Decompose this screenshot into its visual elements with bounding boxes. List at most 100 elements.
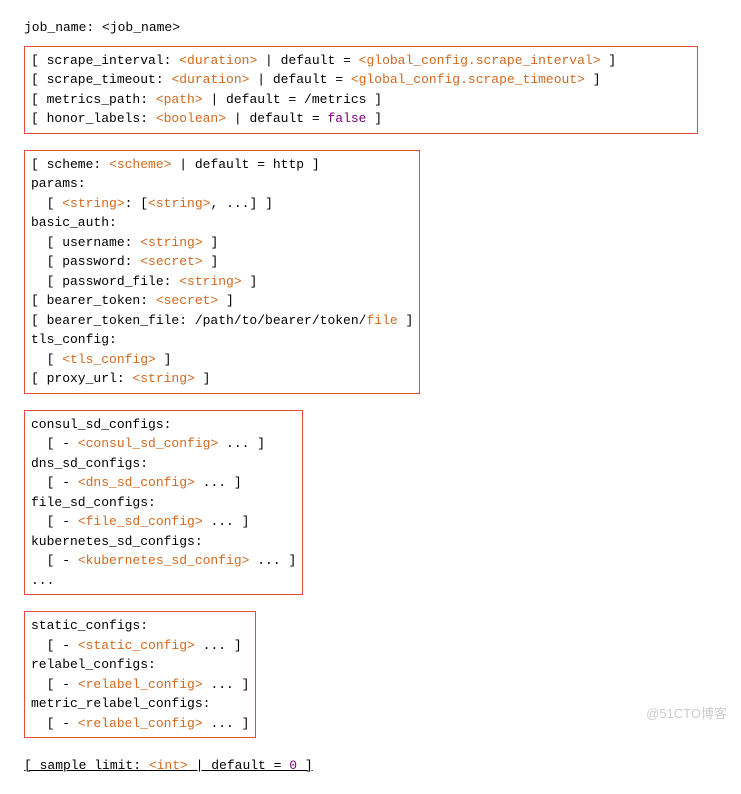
txt: ... ]: [195, 475, 242, 490]
txt: ... ]: [203, 677, 250, 692]
scrape-timeout-line: [ scrape_timeout: <duration> | default =…: [31, 70, 691, 90]
txt: [ metrics_path:: [31, 92, 156, 107]
txt: [ password:: [31, 254, 140, 269]
txt: ... ]: [195, 638, 242, 653]
txt: ]: [585, 72, 601, 87]
txt: [ -: [31, 475, 78, 490]
placeholder: <kubernetes_sd_config>: [78, 553, 250, 568]
txt: ]: [297, 758, 313, 773]
keyword-zero: 0: [289, 758, 297, 773]
placeholder: <dns_sd_config>: [78, 475, 195, 490]
txt: | default =: [188, 758, 289, 773]
txt: [ password_file:: [31, 274, 179, 289]
placeholder: <tls_config>: [62, 352, 156, 367]
txt: ... ]: [218, 436, 265, 451]
file-sd-entry-line: [ - <file_sd_config> ... ]: [31, 512, 296, 532]
sample-limit-line: [ sample_limit: <int> | default = 0 ]: [24, 756, 717, 776]
txt: | default = http ]: [171, 157, 319, 172]
placeholder: <path>: [156, 92, 203, 107]
txt: ]: [195, 371, 211, 386]
password-line: [ password: <secret> ]: [31, 252, 413, 272]
placeholder: <string>: [179, 274, 241, 289]
txt: [ scheme:: [31, 157, 109, 172]
placeholder: <relabel_config>: [78, 677, 203, 692]
placeholder: <static_config>: [78, 638, 195, 653]
job-name-line: job_name: <job_name>: [24, 18, 717, 38]
metric-relabel-line: metric_relabel_configs:: [31, 694, 249, 714]
txt: | default =: [257, 53, 358, 68]
placeholder: <global_config.scrape_timeout>: [351, 72, 585, 87]
txt: [ sample_limit:: [24, 758, 149, 773]
txt: [ -: [31, 677, 78, 692]
txt: ]: [203, 254, 219, 269]
txt: | default =: [226, 111, 327, 126]
proxy-url-line: [ proxy_url: <string> ]: [31, 369, 413, 389]
relabel-configs-box: static_configs: [ - <static_config> ... …: [24, 611, 256, 738]
txt: , ...] ]: [210, 196, 272, 211]
placeholder: <scheme>: [109, 157, 171, 172]
txt: ]: [218, 293, 234, 308]
txt: ]: [242, 274, 258, 289]
static-configs-line: static_configs:: [31, 616, 249, 636]
placeholder: <file_sd_config>: [78, 514, 203, 529]
txt: | default = /metrics ]: [203, 92, 382, 107]
watermark: @51CTO博客: [646, 704, 727, 724]
txt: [: [31, 196, 62, 211]
scrape-settings-box: [ scrape_interval: <duration> | default …: [24, 46, 698, 134]
txt: [ -: [31, 436, 78, 451]
placeholder: <secret>: [156, 293, 218, 308]
placeholder: <duration>: [171, 72, 249, 87]
params-entry-line: [ <string>: [<string>, ...] ]: [31, 194, 413, 214]
txt: : [: [125, 196, 148, 211]
placeholder: <consul_sd_config>: [78, 436, 218, 451]
kubernetes-sd-line: kubernetes_sd_configs:: [31, 532, 296, 552]
txt: [ bearer_token_file: /path/to/bearer/tok…: [31, 313, 366, 328]
txt: ... ]: [203, 514, 250, 529]
txt: ... ]: [203, 716, 250, 731]
placeholder: <duration>: [179, 53, 257, 68]
txt: [ scrape_timeout:: [31, 72, 171, 87]
consul-sd-entry-line: [ - <consul_sd_config> ... ]: [31, 434, 296, 454]
txt: [ -: [31, 638, 78, 653]
basic-auth-line: basic_auth:: [31, 213, 413, 233]
consul-sd-line: consul_sd_configs:: [31, 415, 296, 435]
txt: ]: [601, 53, 617, 68]
txt: ]: [203, 235, 219, 250]
keyword-false: false: [327, 111, 366, 126]
keyword-file: file: [366, 313, 397, 328]
placeholder: <string>: [132, 371, 194, 386]
txt: [ proxy_url:: [31, 371, 132, 386]
dns-sd-entry-line: [ - <dns_sd_config> ... ]: [31, 473, 296, 493]
txt: | default =: [249, 72, 350, 87]
txt: [ username:: [31, 235, 140, 250]
sd-configs-box: consul_sd_configs: [ - <consul_sd_config…: [24, 410, 303, 596]
tls-config-line: tls_config:: [31, 330, 413, 350]
txt: ]: [366, 111, 382, 126]
dns-sd-line: dns_sd_configs:: [31, 454, 296, 474]
metrics-path-line: [ metrics_path: <path> | default = /metr…: [31, 90, 691, 110]
txt: ... ]: [249, 553, 296, 568]
txt: ]: [156, 352, 172, 367]
txt: ]: [398, 313, 414, 328]
txt: [ honor_labels:: [31, 111, 156, 126]
txt: [: [31, 352, 62, 367]
txt: [ scrape_interval:: [31, 53, 179, 68]
relabel-configs-line: relabel_configs:: [31, 655, 249, 675]
txt: [ -: [31, 716, 78, 731]
kubernetes-sd-entry-line: [ - <kubernetes_sd_config> ... ]: [31, 551, 296, 571]
relabel-configs-entry-line: [ - <relabel_config> ... ]: [31, 675, 249, 695]
bearer-token-line: [ bearer_token: <secret> ]: [31, 291, 413, 311]
placeholder: <boolean>: [156, 111, 226, 126]
params-line: params:: [31, 174, 413, 194]
honor-labels-line: [ honor_labels: <boolean> | default = fa…: [31, 109, 691, 129]
placeholder: <relabel_config>: [78, 716, 203, 731]
placeholder: <global_config.scrape_interval>: [359, 53, 601, 68]
txt: [ bearer_token:: [31, 293, 156, 308]
password-file-line: [ password_file: <string> ]: [31, 272, 413, 292]
txt: [ -: [31, 514, 78, 529]
scrape-interval-line: [ scrape_interval: <duration> | default …: [31, 51, 691, 71]
placeholder: <string>: [62, 196, 124, 211]
static-configs-entry-line: [ - <static_config> ... ]: [31, 636, 249, 656]
placeholder: <secret>: [140, 254, 202, 269]
ellipsis-line: ...: [31, 571, 296, 591]
